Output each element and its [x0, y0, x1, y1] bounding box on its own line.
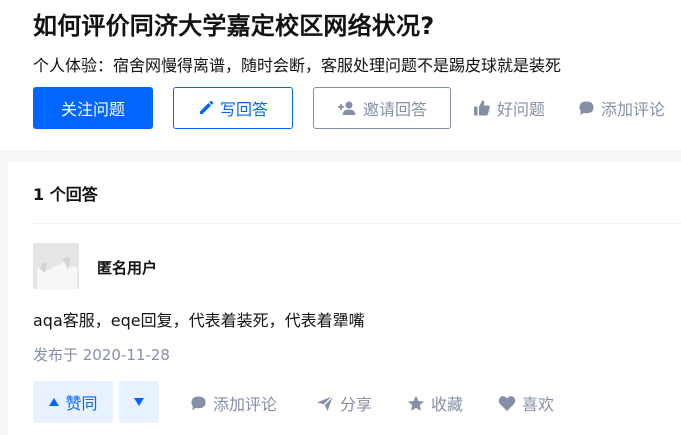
invite-answer-label: 邀请回答	[362, 100, 427, 119]
collect-label: 收藏	[431, 395, 464, 414]
invite-answer-button[interactable]: 邀请回答	[313, 87, 451, 129]
question-title[interactable]: 如何评价同济大学嘉定校区网络状况?	[33, 6, 434, 41]
answers-card: 1 个回答 匿名用户 aqa客服，eqe回复，代表着装死，代表着犟嘴 发布于 2…	[8, 161, 681, 435]
write-answer-button[interactable]: 写回答	[173, 87, 293, 129]
add-comment-label: 添加评论	[601, 100, 666, 119]
question-header: 如何评价同济大学嘉定校区网络状况? 个人体验：宿舍网慢得离谱，随时会断，客服处理…	[0, 0, 681, 150]
like-button[interactable]: 喜欢	[498, 390, 554, 416]
answer-content: aqa客服，eqe回复，代表着装死，代表着犟嘴	[33, 311, 365, 330]
question-detail: 个人体验：宿舍网慢得离谱，随时会断，客服处理问题不是踢皮球就是装死	[33, 56, 562, 75]
author-name[interactable]: 匿名用户	[97, 257, 157, 278]
star-icon	[408, 395, 424, 411]
heart-icon	[498, 395, 516, 411]
paper-plane-icon	[317, 395, 334, 411]
share-label: 分享	[340, 395, 373, 414]
triangle-down-icon	[134, 398, 144, 406]
answer-comment-button[interactable]: 添加评论	[190, 390, 277, 416]
triangle-up-icon	[49, 398, 60, 406]
avatar[interactable]	[33, 243, 79, 289]
vote-down-button[interactable]	[119, 381, 159, 423]
comment-bubble-icon	[579, 101, 594, 115]
good-question-button[interactable]: 好问题	[473, 95, 545, 121]
add-person-icon	[337, 101, 356, 115]
vote-up-label: 赞同	[65, 394, 98, 413]
answer-comment-label: 添加评论	[213, 395, 278, 414]
follow-question-label: 关注问题	[60, 100, 125, 119]
answer-publish-time[interactable]: 发布于 2020-11-28	[33, 344, 170, 365]
like-label: 喜欢	[522, 395, 555, 414]
pencil-icon	[199, 100, 214, 114]
thumbs-up-icon	[474, 100, 490, 116]
vote-up-button[interactable]: 赞同	[33, 381, 113, 423]
good-question-label: 好问题	[497, 100, 546, 119]
add-comment-button[interactable]: 添加评论	[578, 95, 665, 121]
anonymous-avatar-icon	[33, 243, 79, 289]
divider	[33, 223, 681, 224]
comment-bubble-icon	[191, 396, 206, 410]
write-answer-label: 写回答	[219, 100, 268, 119]
collect-button[interactable]: 收藏	[407, 390, 463, 416]
answer-count: 1 个回答	[33, 185, 98, 204]
share-button[interactable]: 分享	[316, 390, 372, 416]
follow-question-button[interactable]: 关注问题	[33, 87, 153, 129]
